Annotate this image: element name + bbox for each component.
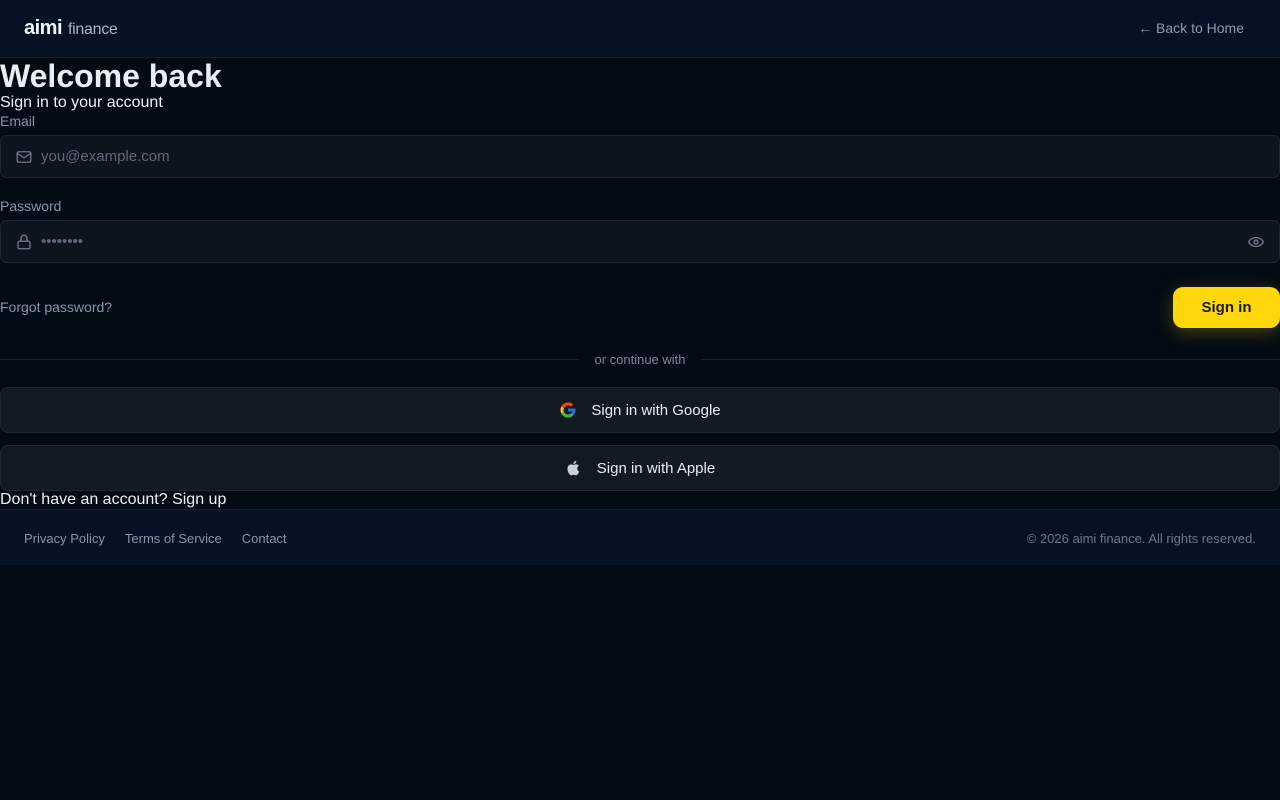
page-title: Welcome back xyxy=(0,58,222,94)
page-subtitle: Sign in to your account xyxy=(0,94,163,111)
logo-main-text: aimi xyxy=(24,17,63,39)
sign-up-link[interactable]: Sign up xyxy=(172,491,226,508)
apple-sign-in-button[interactable]: Sign in with Apple xyxy=(0,445,1280,491)
brand-logo[interactable]: aimi finance xyxy=(24,17,118,40)
eye-icon[interactable] xyxy=(1247,233,1265,251)
footer-links: Privacy Policy Terms of Service Contact xyxy=(24,531,287,546)
google-icon xyxy=(560,402,576,418)
page-footer: Privacy Policy Terms of Service Contact … xyxy=(0,509,1280,565)
password-field-wrapper xyxy=(0,220,1280,263)
signup-prompt: Don't have an account? Sign up xyxy=(0,491,226,509)
apple-icon xyxy=(567,460,579,476)
lock-icon xyxy=(17,234,31,250)
back-to-home-link[interactable]: ← Back to Home xyxy=(1138,20,1244,36)
terms-of-service-link[interactable]: Terms of Service xyxy=(125,531,222,546)
top-header: aimi finance ← Back to Home xyxy=(0,0,1280,58)
email-input[interactable] xyxy=(41,136,1231,177)
signup-prompt-text: Don't have an account? xyxy=(0,491,168,508)
contact-link[interactable]: Contact xyxy=(242,531,287,546)
password-label: Password xyxy=(0,198,62,214)
email-label: Email xyxy=(0,113,36,129)
apple-button-label: Sign in with Apple xyxy=(596,459,716,477)
google-sign-in-button[interactable]: Sign in with Google xyxy=(0,387,1280,433)
logo-sub-text: finance xyxy=(68,21,118,38)
divider-text: or continue with xyxy=(594,352,686,367)
copyright-text: © 2026 aimi finance. All rights reserved… xyxy=(1026,531,1256,546)
password-input[interactable] xyxy=(41,221,1231,262)
privacy-policy-link[interactable]: Privacy Policy xyxy=(24,531,105,546)
forgot-password-link[interactable]: Forgot password? xyxy=(0,299,112,315)
sign-in-button[interactable]: Sign in xyxy=(1173,287,1280,328)
mail-icon xyxy=(16,151,32,163)
email-field-wrapper xyxy=(0,135,1280,178)
google-button-label: Sign in with Google xyxy=(591,401,721,419)
